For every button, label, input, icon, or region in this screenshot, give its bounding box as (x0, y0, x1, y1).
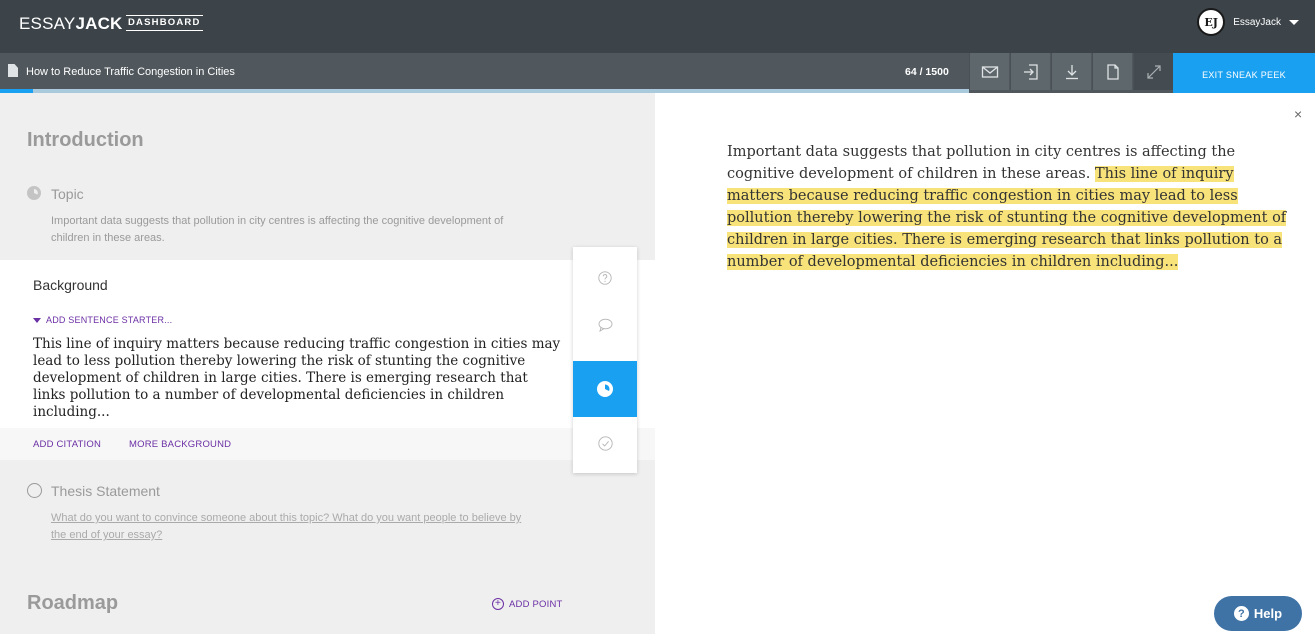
thesis-status-circle (27, 483, 42, 498)
thesis-statement-label[interactable]: Thesis Statement (51, 483, 160, 499)
close-preview-button[interactable]: × (1294, 106, 1302, 122)
help-icon: ? (1233, 606, 1249, 621)
expand-button[interactable] (1133, 53, 1173, 90)
help-button[interactable]: ? Help (1214, 596, 1302, 631)
timer-button[interactable] (573, 361, 637, 417)
topic-label[interactable]: Topic (51, 186, 84, 202)
download-icon (1065, 64, 1078, 79)
thesis-prompt[interactable]: What do you want to convince someone abo… (51, 510, 531, 544)
plus-icon: + (492, 598, 504, 610)
import-icon (1023, 63, 1038, 80)
email-icon (981, 65, 998, 78)
topic-text[interactable]: Important data suggests that pollution i… (51, 213, 541, 247)
document-title: How to Reduce Traffic Congestion in Citi… (26, 66, 235, 78)
download-button[interactable] (1051, 53, 1091, 90)
import-button[interactable] (1010, 53, 1050, 90)
caret-down-icon (33, 317, 41, 323)
word-count: 64 / 1500 (905, 66, 949, 78)
question-icon (598, 271, 612, 285)
add-sentence-starter-button[interactable]: ADD SENTENCE STARTER... (33, 315, 172, 325)
background-text-editor[interactable]: This line of inquiry matters because red… (33, 336, 563, 421)
introduction-heading: Introduction (27, 129, 144, 151)
add-point-button[interactable]: + ADD POINT (492, 598, 563, 610)
roadmap-heading: Roadmap (27, 592, 119, 614)
section-tool-panel (573, 247, 637, 473)
user-menu[interactable]: EJ EssayJack (1197, 8, 1299, 36)
clock-icon (27, 186, 41, 200)
user-name: EssayJack (1233, 16, 1281, 28)
chevron-down-icon (1289, 19, 1299, 25)
complete-check-button[interactable] (573, 415, 637, 471)
dashboard-link[interactable]: DASHBOARD (126, 15, 203, 31)
check-icon (597, 435, 613, 451)
clock-icon (597, 381, 613, 397)
essayjack-logo[interactable]: ESSAYJACK (19, 14, 123, 34)
copy-icon (1106, 63, 1119, 80)
add-citation-button[interactable]: ADD CITATION (33, 439, 101, 450)
comment-icon (598, 318, 612, 332)
email-button[interactable] (969, 53, 1009, 90)
background-label: Background (33, 277, 108, 293)
exit-sneak-peek-button[interactable]: EXIT SNEAK PEEK (1173, 53, 1315, 93)
avatar: EJ (1197, 8, 1226, 36)
comment-button[interactable] (573, 297, 637, 353)
expand-icon (1146, 64, 1161, 79)
essay-preview-text: Important data suggests that pollution i… (727, 141, 1287, 273)
copy-button[interactable] (1092, 53, 1132, 90)
more-background-button[interactable]: MORE BACKGROUND (129, 439, 231, 450)
